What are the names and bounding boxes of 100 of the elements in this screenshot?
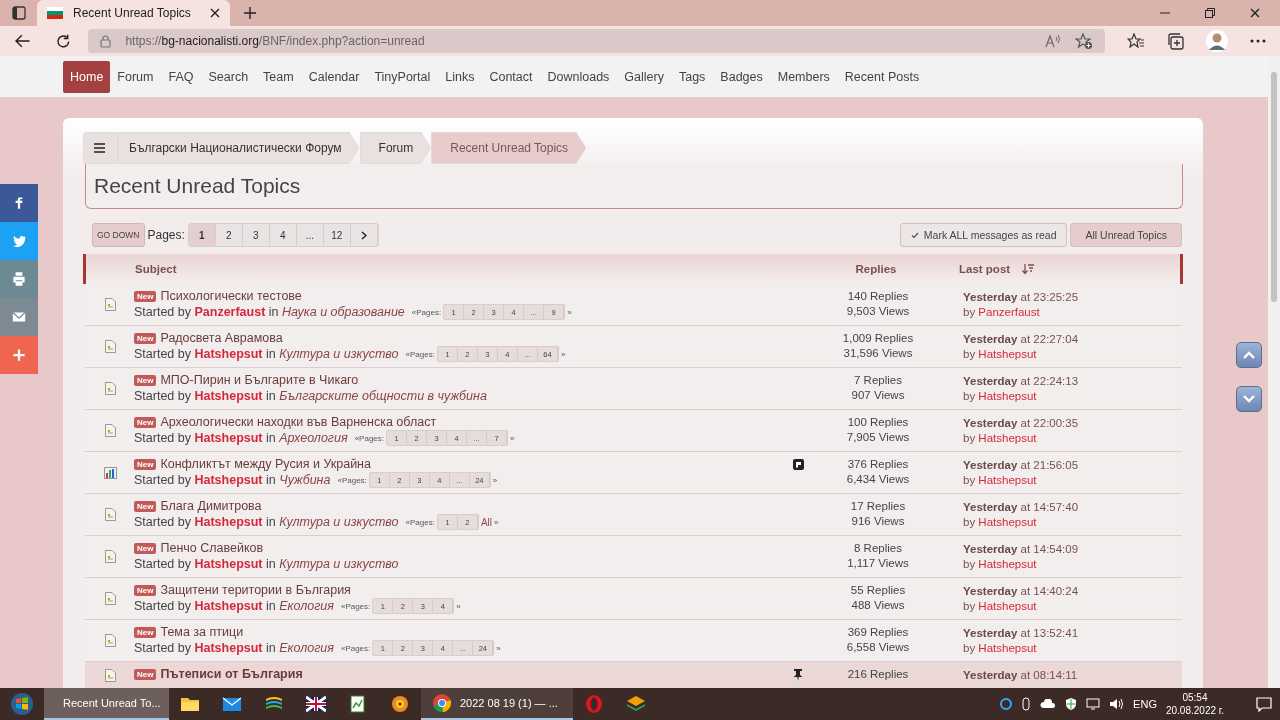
nav-link[interactable]: Badges [712,61,771,92]
board-link[interactable]: Българските общности в чужбина [279,389,487,403]
board-link[interactable]: Наука и образование [282,305,405,319]
breadcrumb-link[interactable]: Recent Unread Topics [431,132,587,164]
page-link[interactable]: ... [296,224,324,246]
close-icon[interactable] [210,8,220,18]
author-link[interactable]: Hatshepsut [978,600,1037,612]
author-link[interactable]: Hatshepsut [194,641,263,655]
read-aloud-icon[interactable] [1045,34,1061,48]
author-link[interactable]: Hatshepsut [978,642,1037,654]
column-header[interactable]: Replies [855,263,897,275]
scrollbar-thumb[interactable] [1271,72,1277,302]
action-button[interactable]: Mark ALL messages as read [899,223,1068,247]
author-link[interactable]: Hatshepsut [978,558,1037,570]
topic-link[interactable]: МПО-Пирин и Българите в Чикаго [160,373,359,387]
author-link[interactable]: Hatshepsut [978,516,1037,528]
author-link[interactable]: Hatshepsut [978,474,1037,486]
board-link[interactable]: Екология [279,641,334,655]
author-link[interactable]: Hatshepsut [978,432,1037,444]
all-pages-link[interactable]: All [480,516,493,528]
topic-link[interactable]: Пътеписи от България [160,667,303,681]
go-down-button[interactable]: GO DOWN [92,223,145,247]
action-button[interactable]: All Unread Topics [1070,223,1182,247]
clock[interactable]: 05:54 20.08.2022 г. [1165,691,1224,717]
nav-link[interactable]: Downloads [539,61,618,92]
favorites-icon[interactable] [1127,33,1145,49]
topic-link[interactable]: Пенчо Славейков [160,541,264,555]
more-icon[interactable] [1250,39,1266,43]
author-link[interactable]: Hatshepsut [194,473,263,487]
author-link[interactable]: Hatshepsut [194,389,263,403]
page-link[interactable]: 4 [269,224,297,246]
board-link[interactable]: Култура и изкуство [279,557,399,571]
page-link[interactable]: 3 [242,224,270,246]
taskbar-app[interactable]: 2022 08 19 (1) — ... [421,688,573,720]
reload-icon[interactable] [55,33,71,49]
window-close-icon[interactable] [1250,8,1260,18]
nav-link[interactable]: Calendar [300,61,368,92]
topic-link[interactable]: Тема за птици [160,625,244,639]
nav-link[interactable]: Tags [670,61,714,92]
nav-link[interactable]: Recent Posts [836,61,928,92]
add-favorite-icon[interactable] [1075,32,1093,50]
column-header[interactable]: Subject [135,263,781,275]
board-link[interactable]: Археология [279,431,348,445]
shield-icon[interactable] [1065,697,1078,711]
new-tab-icon[interactable] [243,6,257,20]
share-button[interactable] [0,298,38,336]
author-link[interactable]: Hatshepsut [978,348,1037,360]
sort-icon[interactable] [1022,263,1035,275]
cloud-icon[interactable] [1040,699,1057,709]
topic-link[interactable]: Радосвета Аврамова [160,331,283,345]
topic-link[interactable]: Археологически находки във Варненска област [160,415,437,429]
share-button[interactable] [0,184,38,222]
page-link[interactable]: 12 [323,224,351,246]
back-icon[interactable] [15,34,31,48]
share-button[interactable] [0,260,38,298]
restore-icon[interactable] [1205,8,1215,18]
avatar-icon[interactable] [1206,30,1228,52]
author-link[interactable]: Hatshepsut [194,347,263,361]
app-tray-icon[interactable] [1000,698,1013,710]
nav-link[interactable]: Members [769,61,838,92]
topic-link[interactable]: Психологически тестове [160,289,302,303]
author-link[interactable]: Hatshepsut [194,557,263,571]
page-link[interactable]: 1 [188,224,216,246]
column-header[interactable]: Last post [959,263,1011,275]
author-link[interactable]: Hatshepsut [194,515,263,529]
network-icon[interactable] [1086,698,1101,710]
start-button[interactable] [10,692,34,716]
nav-link[interactable]: Forum [109,61,162,92]
nav-link[interactable]: Home [63,60,111,93]
nav-link[interactable]: Links [437,61,483,92]
nav-link[interactable]: FAQ [160,61,202,92]
menu-button[interactable] [83,132,118,164]
language-indicator[interactable]: ENG [1133,698,1157,710]
taskbar-app[interactable]: Recent Unread To... [44,688,169,720]
scroll-top-button[interactable] [1236,342,1262,368]
nav-link[interactable]: TinyPortal [366,61,439,92]
nav-link[interactable]: Gallery [616,61,672,92]
topic-link[interactable]: Конфликтът между Русия и Украйна [160,457,371,471]
collections-icon[interactable] [1167,32,1184,50]
topic-link[interactable]: Блага Димитрова [160,499,262,513]
author-link[interactable]: Panzerfaust [194,305,266,319]
share-button[interactable] [0,336,38,374]
nav-link[interactable]: Team [255,61,302,92]
board-link[interactable]: Екология [279,599,334,613]
tab-actions-icon[interactable] [11,6,26,20]
board-link[interactable]: Култура и изкуство [279,515,399,529]
author-link[interactable]: Hatshepsut [978,390,1037,402]
nav-link[interactable]: Contact [481,61,541,92]
breadcrumb-link[interactable]: Български Националистически Форум [118,132,360,164]
topic-link[interactable]: Защитени територии в България [160,583,351,597]
nav-link[interactable]: Search [200,61,257,92]
scroll-bottom-button[interactable] [1236,386,1262,412]
address-bar[interactable]: https://bg-nacionalisti.org/BNF/index.php?action=unread [88,29,1105,53]
share-button[interactable] [0,222,38,260]
volume-icon[interactable] [1109,698,1125,710]
author-link[interactable]: Hatshepsut [194,431,263,445]
page-link[interactable]: 2 [215,224,243,246]
board-link[interactable]: Култура и изкуство [279,347,399,361]
board-link[interactable]: Чужбина [279,473,331,487]
notifications-icon[interactable] [1256,696,1272,712]
